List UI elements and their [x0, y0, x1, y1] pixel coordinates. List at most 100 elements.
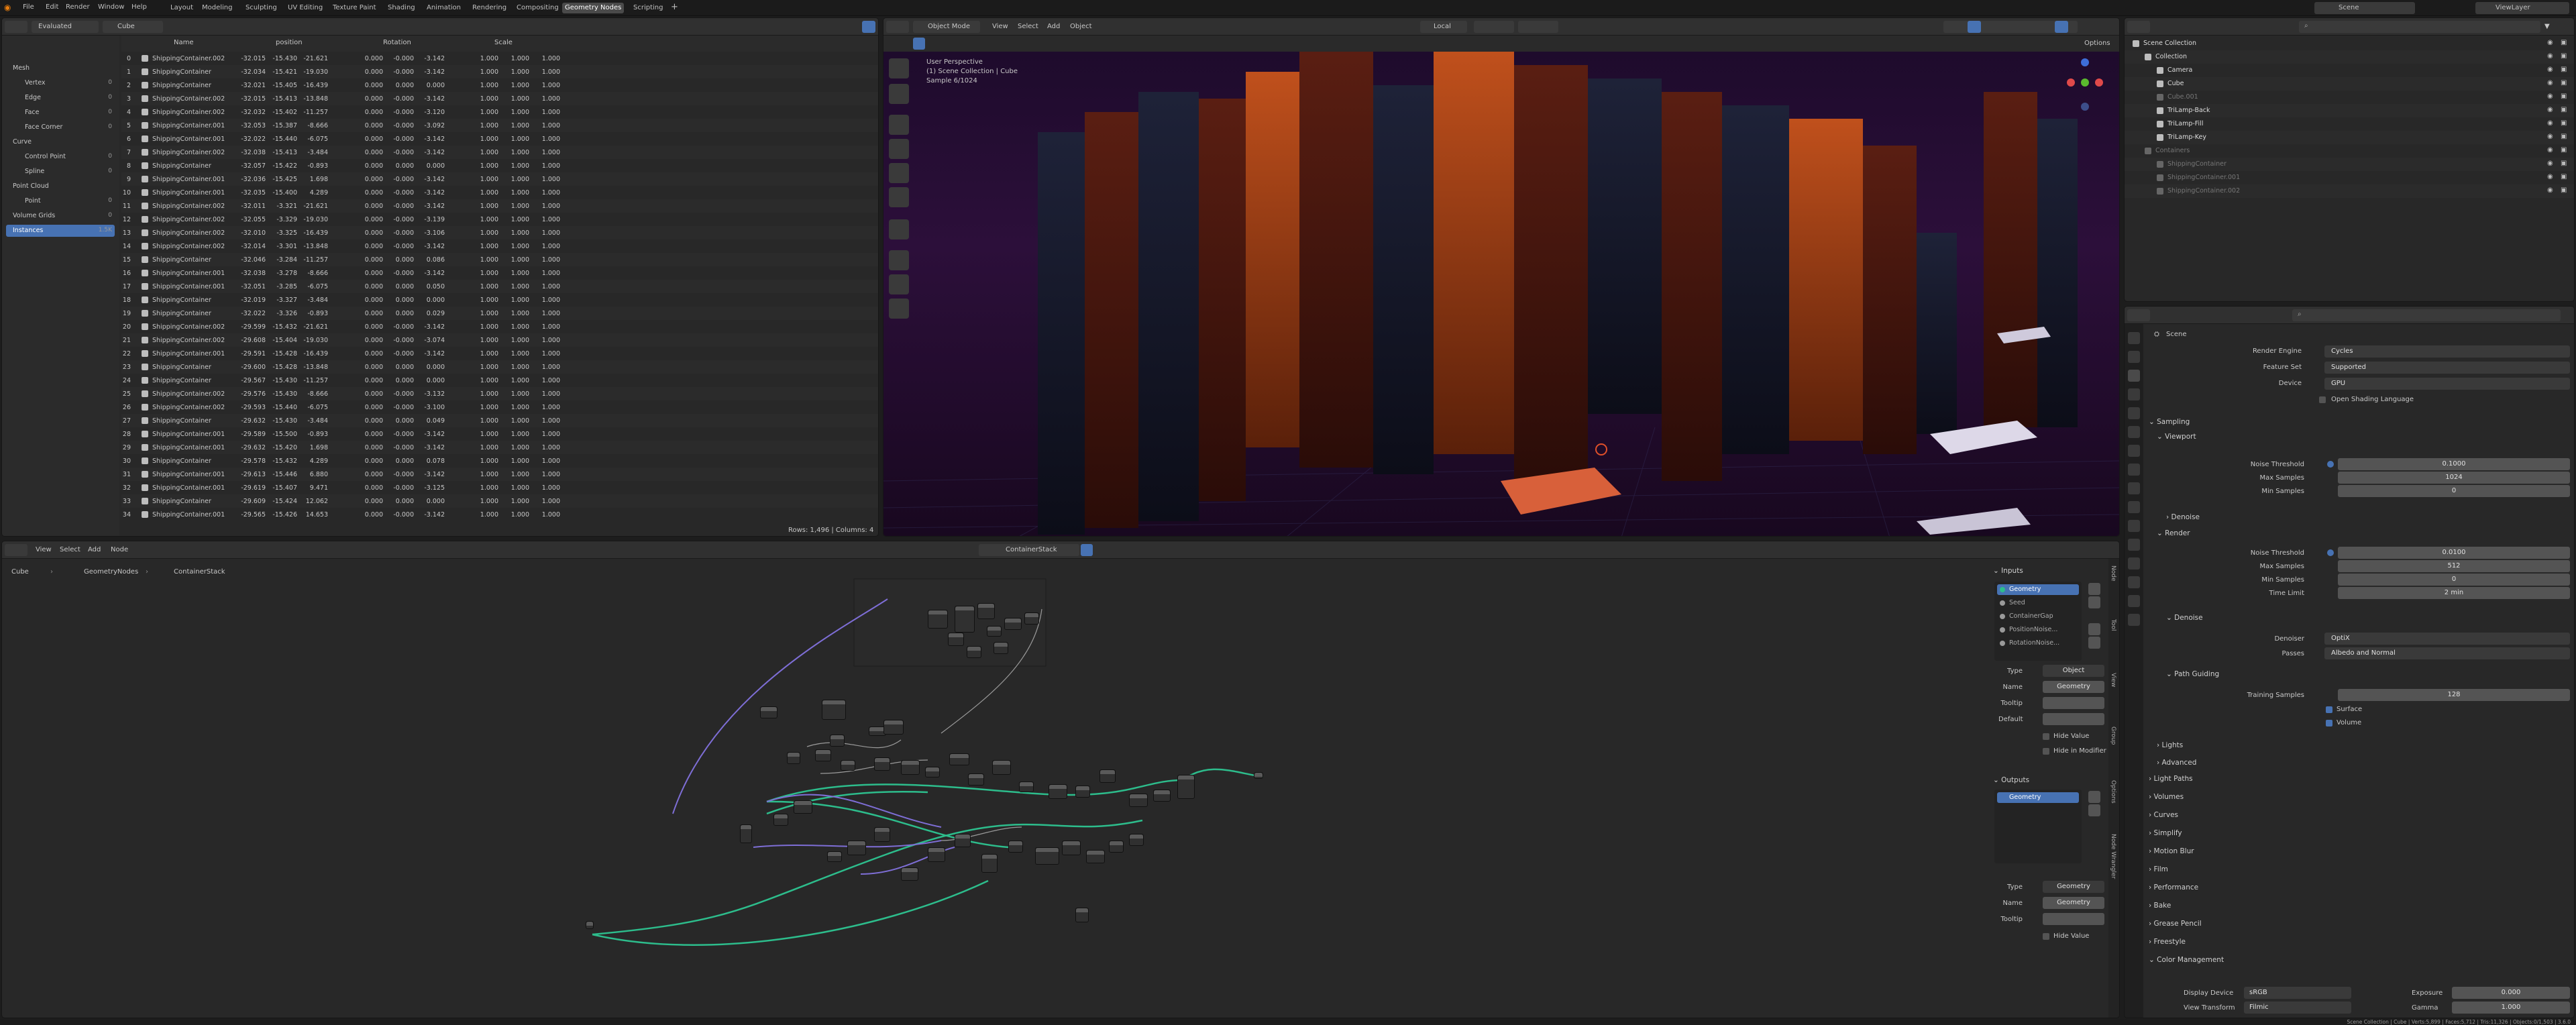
table-row[interactable]: 15 ShippingContainer -32.046 -3.284 -11.257 0…	[121, 253, 878, 266]
table-row[interactable]: 34 ShippingContainer.001 -29.565 -15.426 14.…	[121, 508, 878, 521]
column-position[interactable]: position	[276, 39, 303, 46]
node-box[interactable]	[827, 851, 842, 862]
node-box[interactable]	[1062, 841, 1081, 855]
properties-tab-icon[interactable]	[2128, 388, 2140, 400]
sidebar-tab[interactable]: View	[2110, 673, 2116, 687]
3d-viewport[interactable]: Object Mode View Select Add Object Local…	[883, 17, 2120, 537]
node-box[interactable]	[901, 867, 918, 881]
node-box[interactable]	[1035, 847, 1059, 865]
hide-value-checkbox[interactable]	[2043, 733, 2049, 740]
path-guiding-subpanel[interactable]: ⌄ Path Guiding	[2166, 670, 2219, 678]
workspace-tab-modeling[interactable]: Modeling	[199, 3, 235, 13]
table-row[interactable]: 27 ShippingContainer -29.632 -15.430 -3.484 0…	[121, 414, 878, 427]
properties-tab-icon[interactable]	[2128, 557, 2140, 570]
table-row[interactable]: 29 ShippingContainer.001 -29.632 -15.420 1.6…	[121, 441, 878, 454]
table-row[interactable]: 6 ShippingContainer.001 -32.022 -15.440 -6.0…	[121, 132, 878, 146]
transform-tool-icon[interactable]	[889, 187, 909, 207]
table-row[interactable]: 20 ShippingContainer.002 -29.599 -15.432 -21…	[121, 320, 878, 333]
input-type-dropdown[interactable]: Object	[2043, 665, 2104, 677]
scale-tool-icon[interactable]	[889, 163, 909, 183]
table-row[interactable]: 24 ShippingContainer -29.567 -15.430 -11.257…	[121, 374, 878, 387]
outliner-item[interactable]: Containers ◉ ▣	[2125, 144, 2574, 158]
add-input-button[interactable]	[2088, 583, 2100, 595]
node-box[interactable]	[841, 760, 855, 771]
viewport-menu-view[interactable]: View	[992, 23, 1008, 30]
table-row[interactable]: 28 ShippingContainer.001 -29.589 -15.500 -0.…	[121, 427, 878, 441]
domain-item[interactable]: Face 0	[6, 107, 115, 119]
properties-tab-icon[interactable]	[2128, 426, 2140, 438]
domain-item[interactable]: Edge 0	[6, 92, 115, 104]
node-box[interactable]	[955, 834, 971, 847]
properties-section-header[interactable]: › Motion Blur	[2149, 847, 2194, 855]
node-box[interactable]	[1075, 908, 1089, 922]
gizmo-toggle-icon[interactable]	[1968, 21, 1981, 33]
outliner-item[interactable]: TriLamp-Back ◉ ▣	[2125, 104, 2574, 117]
node-box[interactable]	[925, 767, 940, 777]
vp-min-samples-field[interactable]: 0	[2338, 485, 2570, 497]
vp-denoise-subpanel[interactable]: › Denoise	[2166, 513, 2200, 521]
output-type-dropdown[interactable]: Geometry	[2043, 881, 2104, 893]
node-menu-view[interactable]: View	[36, 546, 52, 553]
viewport-menu-select[interactable]: Select	[1018, 23, 1038, 30]
properties-tab-icon[interactable]	[2128, 407, 2140, 419]
time-limit-field[interactable]: 2 min	[2338, 587, 2570, 599]
table-row[interactable]: 2 ShippingContainer -32.021 -15.405 -16.439 0…	[121, 78, 878, 92]
sidebar-tab[interactable]: Group	[2110, 726, 2116, 745]
workspace-tab-shading[interactable]: Shading	[385, 3, 418, 13]
output-tooltip-field[interactable]	[2043, 913, 2104, 925]
outliner-item[interactable]: Camera ◉ ▣	[2125, 64, 2574, 77]
viewport-menu-object[interactable]: Object	[1070, 23, 1092, 30]
node-box[interactable]	[740, 824, 752, 843]
visibility-eye-icon[interactable]: ◉	[2547, 39, 2553, 46]
zoom-view-icon[interactable]	[2108, 129, 2118, 150]
table-row[interactable]: 21 ShippingContainer.002 -29.608 -15.404 -19…	[121, 333, 878, 347]
properties-tab-icon[interactable]	[2128, 539, 2140, 551]
output-hide-value-checkbox[interactable]	[2043, 933, 2049, 940]
sidebar-tab[interactable]: Node Wrangler	[2110, 834, 2116, 879]
node-box[interactable]	[948, 633, 964, 646]
table-row[interactable]: 33 ShippingContainer -29.609 -15.424 12.062 0…	[121, 494, 878, 508]
properties-section-header[interactable]: › Volumes	[2149, 793, 2184, 801]
camera-render-icon[interactable]: ▣	[2561, 66, 2567, 73]
node-box[interactable]	[1024, 612, 1039, 625]
workspace-tab-rendering[interactable]: Rendering	[470, 3, 509, 13]
table-row[interactable]: 13 ShippingContainer.002 -32.010 -3.325 -16.…	[121, 226, 878, 239]
workspace-tab-layout[interactable]: Layout	[168, 3, 196, 13]
domain-item[interactable]: Point 0	[6, 195, 115, 207]
object-mode-dropdown[interactable]: Object Mode	[913, 21, 980, 33]
add-cube-tool-icon[interactable]	[889, 299, 909, 319]
node-box[interactable]	[1129, 834, 1144, 846]
outliner-editor-type-button[interactable]	[2127, 21, 2150, 33]
viewport-menu-add[interactable]: Add	[1047, 23, 1060, 30]
outliner-item[interactable]: ShippingContainer ◉ ▣	[2125, 158, 2574, 171]
table-row[interactable]: 23 ShippingContainer -29.600 -15.428 -13.848…	[121, 360, 878, 374]
camera-render-icon[interactable]: ▣	[2561, 173, 2567, 180]
properties-tab-icon[interactable]	[2128, 351, 2140, 363]
camera-render-icon[interactable]: ▣	[2561, 160, 2567, 167]
node-box[interactable]	[847, 841, 866, 855]
input-item[interactable]: Geometry	[1997, 584, 2079, 595]
remove-output-button[interactable]	[2088, 804, 2100, 816]
node-box[interactable]	[928, 847, 945, 862]
add-output-button[interactable]	[2088, 791, 2100, 803]
device-dropdown[interactable]: GPU	[2324, 378, 2570, 390]
node-box[interactable]	[1254, 772, 1263, 779]
domain-item[interactable]: Control Point 0	[6, 151, 115, 163]
node-box[interactable]	[830, 735, 845, 747]
node-box[interactable]	[1004, 618, 1022, 630]
visibility-eye-icon[interactable]: ◉	[2547, 52, 2553, 60]
node-canvas[interactable]: Cube › GeometryNodes › ContainerStack	[2, 559, 1988, 1018]
visibility-eye-icon[interactable]: ◉	[2547, 66, 2553, 73]
cursor-tool-icon[interactable]	[889, 84, 909, 104]
output-item-geometry[interactable]: Geometry	[1997, 792, 2079, 803]
outliner-item[interactable]: Cube.001 ◉ ▣	[2125, 91, 2574, 104]
node-tree-selector[interactable]: ContainerStack	[979, 544, 1079, 556]
inputs-panel-header[interactable]: ⌄ Inputs	[1993, 567, 2023, 575]
node-box[interactable]	[1086, 850, 1105, 863]
properties-section-header[interactable]: › Freestyle	[2149, 938, 2186, 946]
node-menu-node[interactable]: Node	[111, 546, 128, 553]
properties-tab-icon[interactable]	[2128, 576, 2140, 588]
rendered-shading-icon[interactable]	[2055, 21, 2068, 33]
table-row[interactable]: 7 ShippingContainer.002 -32.038 -15.413 -3.4…	[121, 146, 878, 159]
annotate-tool-icon[interactable]	[889, 219, 909, 239]
